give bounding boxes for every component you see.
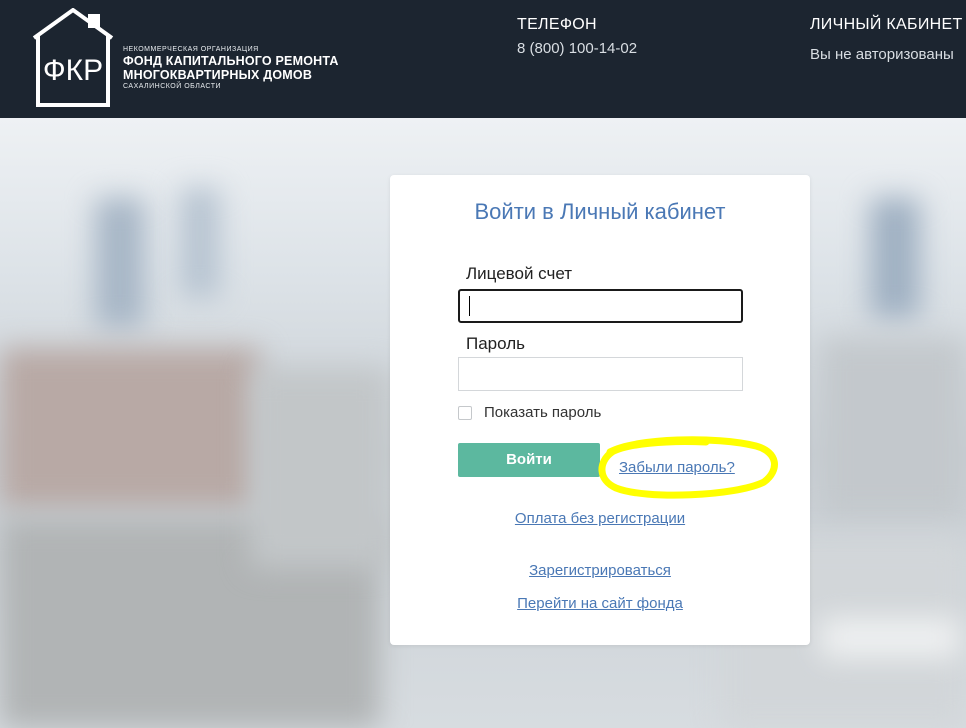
phone-block: ТЕЛЕФОН 8 (800) 100-14-02 xyxy=(517,16,637,57)
login-button[interactable]: Войти xyxy=(458,443,600,477)
phone-number[interactable]: 8 (800) 100-14-02 xyxy=(517,40,637,57)
login-card: Войти в Личный кабинет Лицевой счет Паро… xyxy=(390,175,810,645)
show-password-label[interactable]: Показать пароль xyxy=(484,404,601,421)
logo-line3: МНОГОКВАРТИРНЫХ ДОМОВ xyxy=(123,67,313,82)
pay-without-registration-link[interactable]: Оплата без регистрации xyxy=(390,510,810,527)
logo-line4: САХАЛИНСКОЙ ОБЛАСТИ xyxy=(123,83,221,90)
phone-label: ТЕЛЕФОН xyxy=(517,16,597,33)
cabinet-block: ЛИЧНЫЙ КАБИНЕТ Вы не авторизованы xyxy=(810,16,963,63)
password-label: Пароль xyxy=(466,334,525,353)
account-input[interactable] xyxy=(458,289,743,323)
logo-monogram: ФКР xyxy=(43,54,103,87)
highlight-annotation xyxy=(598,436,778,499)
show-password-checkbox[interactable] xyxy=(458,405,472,420)
text-caret xyxy=(469,296,470,316)
account-label: Лицевой счет xyxy=(466,264,573,283)
show-password-toggle[interactable]: Показать пароль xyxy=(458,404,601,421)
register-link[interactable]: Зарегистрироваться xyxy=(390,562,810,579)
site-header: ФКР НЕКОММЕРЧЕСКАЯ ОРГАНИЗАЦИЯ ФОНД КАПИ… xyxy=(0,0,966,118)
password-input[interactable] xyxy=(458,357,743,391)
logo-line2: ФОНД КАПИТАЛЬНОГО РЕМОНТА xyxy=(123,54,339,68)
cabinet-status: Вы не авторизованы xyxy=(810,46,954,63)
logo-house-icon: ФКР xyxy=(32,8,114,107)
logo-line1: НЕКОММЕРЧЕСКАЯ ОРГАНИЗАЦИЯ xyxy=(123,46,259,53)
fund-site-link[interactable]: Перейти на сайт фонда xyxy=(390,595,810,612)
cabinet-label[interactable]: ЛИЧНЫЙ КАБИНЕТ xyxy=(810,16,963,34)
logo[interactable]: ФКР НЕКОММЕРЧЕСКАЯ ОРГАНИЗАЦИЯ ФОНД КАПИ… xyxy=(32,8,362,108)
login-title: Войти в Личный кабинет xyxy=(474,199,726,224)
logo-text: НЕКОММЕРЧЕСКАЯ ОРГАНИЗАЦИЯ ФОНД КАПИТАЛЬ… xyxy=(123,46,339,90)
